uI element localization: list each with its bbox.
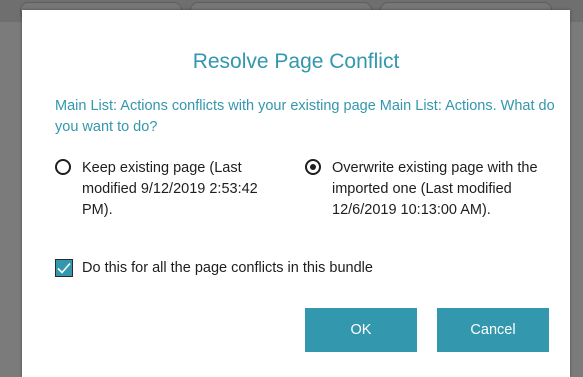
apply-to-all-option[interactable]: Do this for all the page conflicts in th…	[55, 259, 373, 277]
overwrite-existing-label: Overwrite existing page with the importe…	[332, 160, 538, 218]
conflict-message: Main List: Actions conflicts with your e…	[55, 98, 555, 135]
overwrite-existing-option[interactable]: Overwrite existing page with the importe…	[305, 158, 565, 221]
apply-to-all-label: Do this for all the page conflicts in th…	[82, 260, 373, 276]
overwrite-existing-radio[interactable]	[305, 159, 321, 175]
apply-to-all-checkbox[interactable]	[55, 259, 73, 277]
dialog-title: Resolve Page Conflict	[192, 50, 400, 73]
keep-existing-option[interactable]: Keep existing page (Last modified 9/12/2…	[55, 158, 285, 221]
ok-button[interactable]: OK	[305, 308, 417, 352]
checkmark-icon	[57, 262, 71, 274]
cancel-button[interactable]: Cancel	[437, 308, 549, 352]
keep-existing-label: Keep existing page (Last modified 9/12/2…	[82, 160, 258, 218]
resolve-conflict-dialog: Resolve Page Conflict Main List: Actions…	[22, 10, 570, 377]
keep-existing-radio[interactable]	[55, 159, 71, 175]
